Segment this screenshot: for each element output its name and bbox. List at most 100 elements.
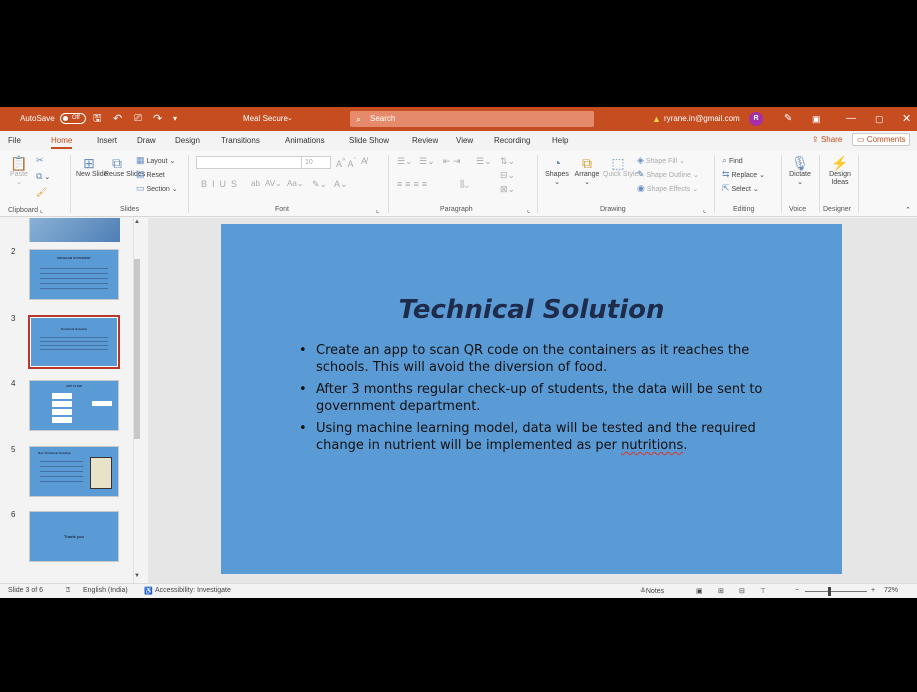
arrange-button[interactable]: ⧉ Arrange ⌄ <box>572 155 602 187</box>
section-button[interactable]: ▭ Section ⌄ <box>136 183 178 194</box>
search-box[interactable]: ⌕ Search <box>350 111 594 127</box>
close-icon[interactable]: ✕ <box>902 107 911 131</box>
strikethrough-icon[interactable]: ab <box>251 179 260 188</box>
thumbnail-scroll-thumb[interactable] <box>134 259 140 439</box>
slide-thumbnail-4[interactable]: APP FLOW <box>29 380 119 431</box>
tab-draw[interactable]: Draw <box>137 136 156 145</box>
tab-insert[interactable]: Insert <box>97 136 117 145</box>
paragraph-launcher-icon[interactable]: ⌞ <box>527 206 530 214</box>
avatar[interactable]: R <box>749 112 763 126</box>
zoom-slider[interactable] <box>805 591 867 592</box>
dictate-button[interactable]: 🎙 Dictate ⌄ <box>785 155 815 187</box>
notes-button[interactable]: ≙Notes <box>640 587 664 595</box>
tab-transitions[interactable]: Transitions <box>221 136 260 145</box>
current-slide[interactable]: Technical Solution Create an app to scan… <box>221 224 842 574</box>
collapse-ribbon-icon[interactable]: ⌃ <box>905 206 911 214</box>
tab-review[interactable]: Review <box>412 136 438 145</box>
tab-view[interactable]: View <box>456 136 473 145</box>
alignment-icons[interactable]: ≡≡≡≡ <box>397 179 430 189</box>
indent-icons[interactable]: ⇤ ⇥ <box>443 156 461 167</box>
columns-icon[interactable]: ⫼⌄ <box>460 179 469 190</box>
paste-button[interactable]: 📋 Paste ⌄ <box>8 155 30 187</box>
save-icon[interactable]: 🖫 <box>93 107 102 131</box>
align-text-icon[interactable]: ⊟⌄ <box>500 170 515 181</box>
tab-slide-show[interactable]: Slide Show <box>349 136 389 145</box>
language-indicator[interactable]: English (India) <box>83 587 128 594</box>
line-spacing-icon[interactable]: ☰⌄ <box>476 156 492 167</box>
tab-recording[interactable]: Recording <box>494 136 530 145</box>
find-button[interactable]: ⌕ Find <box>722 155 743 166</box>
select-button[interactable]: ⇱ Select ⌄ <box>722 183 759 194</box>
autosave-toggle[interactable]: Off <box>59 113 86 125</box>
change-case-icon[interactable]: Aa⌄ <box>287 179 304 188</box>
clear-formatting-icon[interactable]: A̸ <box>361 156 367 166</box>
slide-thumbnail-1[interactable] <box>29 218 120 242</box>
tab-design[interactable]: Design <box>175 136 200 145</box>
font-launcher-icon[interactable]: ⌞ <box>376 206 379 214</box>
comments-button[interactable]: ▭ Comments <box>852 133 911 146</box>
document-title[interactable]: Meal Secure <box>243 107 288 131</box>
new-slide-button[interactable]: ⊞ New Slide <box>76 155 108 179</box>
misspelled-word[interactable]: nutritions <box>621 438 683 453</box>
redo-icon[interactable]: ↷ <box>153 107 162 131</box>
font-size-box[interactable]: 10 <box>301 156 331 169</box>
bullets-icon[interactable]: ☰⌄ <box>397 156 413 167</box>
slideshow-view-icon[interactable]: ⊤ <box>760 587 766 595</box>
reuse-slides-button[interactable]: ⧉ Reuse Slides <box>104 155 145 179</box>
zoom-in-icon[interactable]: + <box>871 587 875 594</box>
clipboard-launcher-icon[interactable]: ⌞ <box>40 207 43 214</box>
shape-outline-button[interactable]: ✎ Shape Outline ⌄ <box>637 169 699 180</box>
title-chevron-down-icon[interactable]: ⌄ <box>287 107 293 131</box>
undo-icon[interactable]: ↶ <box>113 107 122 131</box>
slide-thumbnail-3[interactable]: Technical Solution <box>28 315 120 369</box>
slide-title[interactable]: Technical Solution <box>221 295 842 325</box>
shape-fill-button[interactable]: ◈ Shape Fill ⌄ <box>637 155 685 166</box>
ribbon-display-icon[interactable]: ▣ <box>812 107 821 131</box>
tab-animations[interactable]: Animations <box>285 136 325 145</box>
slide-thumbnail-2[interactable]: PROBLEM STATEMENT <box>29 249 119 300</box>
customize-qat-icon[interactable]: ▾ <box>173 107 177 131</box>
share-button[interactable]: ⇪ Share <box>812 135 842 144</box>
slide-thumbnail-6[interactable]: Thank you <box>29 511 119 562</box>
smartart-icon[interactable]: ⊠⌄ <box>500 184 515 195</box>
accessibility-status[interactable]: Accessibility: Investigate <box>155 587 231 594</box>
present-icon[interactable]: ⎚ <box>134 107 142 131</box>
maximize-icon[interactable]: ▢ <box>875 107 884 131</box>
numbering-icon[interactable]: ☰⌄ <box>419 156 435 167</box>
scroll-up-icon[interactable]: ▲ <box>134 219 140 225</box>
design-ideas-button[interactable]: ⚡ Design Ideas <box>824 155 856 187</box>
font-style-buttons[interactable]: BIUS <box>201 179 242 189</box>
reset-button[interactable]: ▤ Reset <box>136 169 165 180</box>
format-painter-icon[interactable]: 🖌 <box>36 187 47 198</box>
quick-styles-button[interactable]: ⬚ Quick Styles <box>603 155 642 179</box>
warning-icon[interactable]: ▲ <box>652 107 661 131</box>
account-email[interactable]: ryrane.in@gmail.com <box>664 107 740 131</box>
zoom-slider-handle[interactable] <box>828 587 831 596</box>
zoom-out-icon[interactable]: − <box>795 587 799 594</box>
highlighter-icon[interactable]: ✎⌄ <box>312 179 327 190</box>
text-direction-icon[interactable]: ⇅⌄ <box>500 156 515 167</box>
spell-check-icon[interactable]: ⍰ <box>66 587 70 595</box>
layout-button[interactable]: ▦ Layout ⌄ <box>136 155 175 166</box>
cut-icon[interactable]: ✂ <box>36 155 44 166</box>
normal-view-icon[interactable]: ▣ <box>696 587 703 595</box>
slide-bullet-list[interactable]: Create an app to scan QR code on the con… <box>299 342 769 459</box>
drawing-launcher-icon[interactable]: ⌞ <box>703 206 706 214</box>
tab-help[interactable]: Help <box>552 136 568 145</box>
slide-thumbnail-5[interactable]: Non Technical Solution <box>29 446 119 497</box>
copy-icon[interactable]: ⧉ ⌄ <box>36 171 50 182</box>
reading-view-icon[interactable]: ⊟ <box>739 587 745 595</box>
minimize-icon[interactable]: — <box>846 107 856 131</box>
shape-effects-button[interactable]: ◉ Shape Effects ⌄ <box>637 183 698 194</box>
slide-sorter-icon[interactable]: ⊞ <box>718 587 724 595</box>
replace-button[interactable]: ⇆ Replace ⌄ <box>722 169 765 180</box>
character-spacing-icon[interactable]: AV⌄ <box>265 179 282 188</box>
scroll-down-icon[interactable]: ▼ <box>134 573 140 579</box>
font-color-icon[interactable]: A⌄ <box>334 179 348 190</box>
autosave-control[interactable]: AutoSave Off <box>20 107 86 131</box>
grow-shrink-font-icon[interactable]: A^ Aˇ <box>336 156 356 169</box>
pen-icon[interactable]: ✎ <box>784 107 792 131</box>
zoom-level[interactable]: 72% <box>884 587 898 594</box>
shapes-button[interactable]: ◔ Shapes ⌄ <box>542 155 572 187</box>
tab-home[interactable]: Home <box>51 136 73 149</box>
